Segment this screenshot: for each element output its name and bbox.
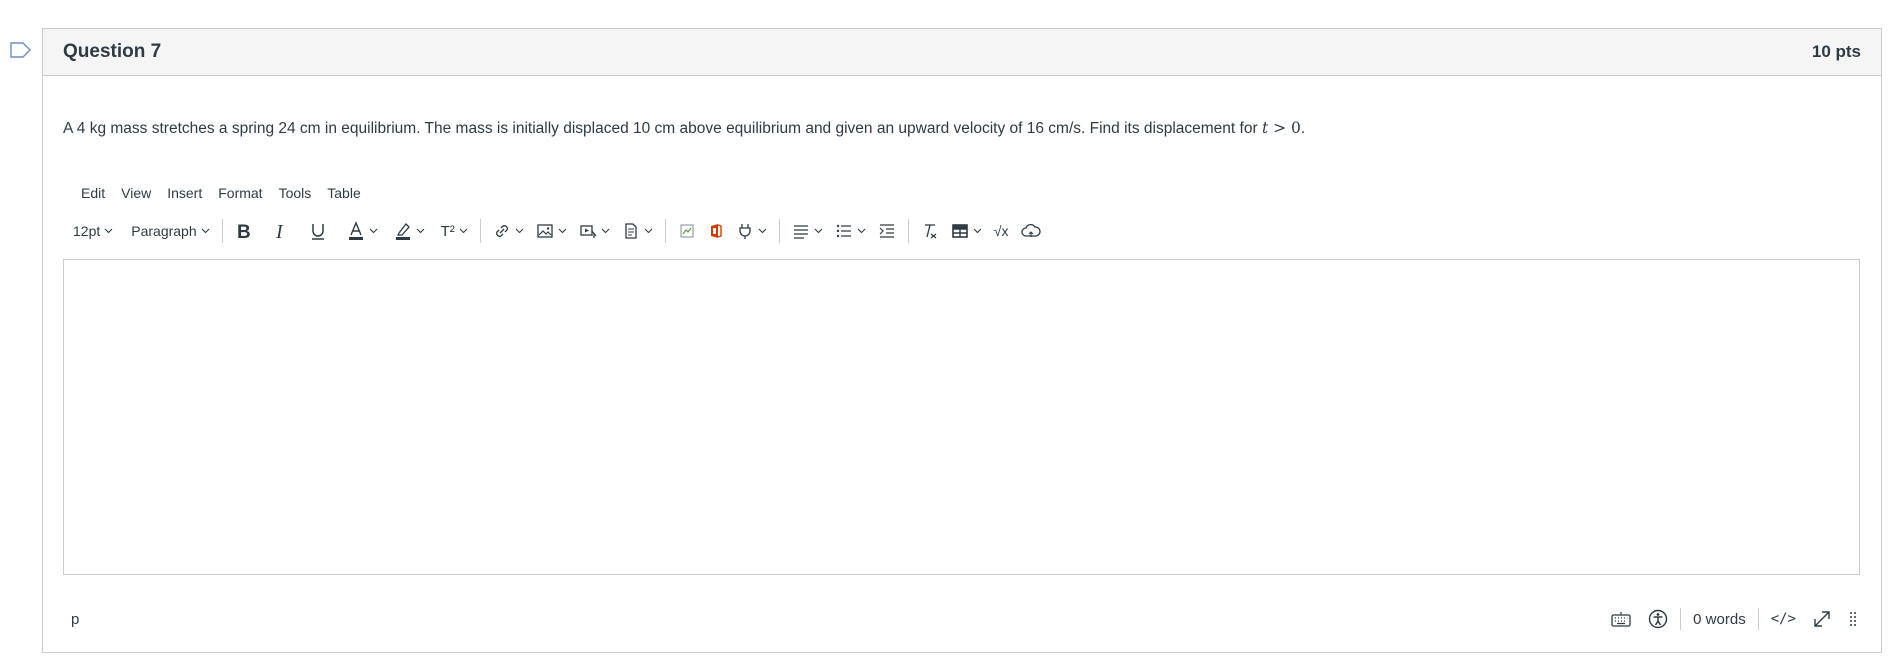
keyboard-shortcuts-button[interactable] — [1602, 610, 1640, 628]
menu-table[interactable]: Table — [319, 179, 368, 207]
office-icon — [710, 224, 722, 238]
clear-formatting-button[interactable] — [915, 216, 945, 246]
italic-icon: I — [275, 221, 284, 241]
resize-handle[interactable] — [1840, 610, 1860, 628]
block-format-dropdown[interactable]: Paragraph — [125, 216, 215, 246]
chevron-down-icon — [644, 228, 653, 234]
underline-button[interactable] — [303, 216, 333, 246]
link-icon — [495, 225, 508, 237]
menu-edit[interactable]: Edit — [73, 179, 113, 207]
toolbar-divider — [221, 219, 223, 243]
question-header: Question 7 10 pts — [43, 29, 1881, 76]
accessibility-checker-button[interactable] — [1640, 609, 1676, 629]
statusbar-actions: 0 words </> — [1602, 608, 1860, 630]
chevron-down-icon — [814, 228, 823, 234]
italic-button[interactable]: I — [267, 216, 295, 246]
question-text: A 4 kg mass stretches a spring 24 cm in … — [63, 119, 1305, 138]
chevron-down-icon — [416, 228, 425, 234]
element-path[interactable]: p — [63, 611, 79, 628]
document-button[interactable] — [616, 216, 659, 246]
indent-icon — [879, 224, 894, 238]
drag-handle-icon — [1850, 612, 1856, 626]
flag-question-icon[interactable] — [10, 42, 32, 58]
apps-image-button[interactable] — [672, 216, 702, 246]
menu-view[interactable]: View — [113, 179, 159, 207]
block-format-value: Paragraph — [131, 223, 197, 239]
math-inequality: > 0 — [1268, 119, 1301, 137]
chevron-down-icon — [201, 228, 210, 234]
bold-button[interactable]: B — [229, 216, 259, 246]
question-text-main: A 4 kg mass stretches a spring 24 cm in … — [63, 120, 1262, 137]
equation-icon: √x — [993, 223, 1009, 239]
expand-icon — [1814, 611, 1830, 627]
editor-toolbar: 12pt Paragraph B I T² √x — [67, 214, 1047, 248]
accessibility-icon — [1648, 609, 1668, 629]
font-size-dropdown[interactable]: 12pt — [67, 216, 119, 246]
highlight-color-button[interactable] — [388, 216, 431, 246]
question-text-end: . — [1300, 120, 1306, 137]
document-icon — [625, 223, 637, 239]
bold-icon: B — [237, 222, 251, 241]
superscript-button[interactable]: T² — [435, 216, 474, 246]
question-title: Question 7 — [63, 41, 162, 62]
indent-button[interactable] — [872, 216, 902, 246]
plugin-button[interactable] — [730, 216, 773, 246]
text-color-icon — [348, 221, 363, 240]
equation-button[interactable]: √x — [988, 216, 1015, 246]
link-button[interactable] — [487, 216, 530, 246]
table-icon — [952, 224, 968, 238]
question-points: 10 pts — [1811, 42, 1861, 61]
font-size-value: 12pt — [73, 223, 101, 239]
align-icon — [793, 225, 808, 239]
word-count[interactable]: 0 words — [1685, 611, 1754, 628]
underline-icon — [311, 224, 324, 240]
superscript-icon: T² — [440, 222, 455, 240]
chevron-down-icon — [758, 228, 767, 234]
chevron-down-icon — [973, 228, 982, 234]
html-editor-toggle[interactable]: </> — [1763, 611, 1804, 627]
fullscreen-button[interactable] — [1804, 609, 1840, 629]
broken-image-icon — [680, 224, 694, 238]
media-button[interactable] — [573, 216, 616, 246]
highlight-icon — [395, 223, 410, 240]
svg-text:I: I — [275, 221, 284, 241]
toolbar-divider — [907, 219, 909, 243]
chevron-down-icon — [601, 228, 610, 234]
bullet-list-icon — [836, 224, 851, 238]
editor-statusbar: p 0 words </> — [63, 604, 1860, 634]
menu-format[interactable]: Format — [210, 179, 270, 207]
keyboard-icon — [1611, 612, 1631, 627]
rich-text-editor-area[interactable] — [63, 259, 1860, 575]
text-color-button[interactable] — [341, 216, 384, 246]
table-button[interactable] — [945, 216, 988, 246]
toolbar-divider — [479, 219, 481, 243]
cloud-icon — [1020, 223, 1041, 237]
statusbar-divider — [1757, 608, 1759, 630]
clear-format-icon — [924, 224, 937, 239]
editor-menubar: Edit View Insert Format Tools Table — [73, 179, 369, 207]
office-button[interactable] — [702, 216, 730, 246]
list-button[interactable] — [829, 216, 872, 246]
align-button[interactable] — [786, 216, 829, 246]
menu-tools[interactable]: Tools — [271, 179, 320, 207]
cloud-upload-button[interactable] — [1015, 216, 1047, 246]
chevron-down-icon — [459, 228, 468, 234]
math-expression: t > 0 — [1262, 119, 1301, 137]
image-button[interactable] — [530, 216, 573, 246]
svg-text:B: B — [237, 222, 251, 241]
chevron-down-icon — [369, 228, 378, 234]
chevron-down-icon — [515, 228, 524, 234]
statusbar-divider — [1680, 608, 1682, 630]
chevron-down-icon — [558, 228, 567, 234]
chevron-down-icon — [104, 228, 113, 234]
toolbar-divider — [664, 219, 666, 243]
question-card: Question 7 10 pts A 4 kg mass stretches … — [42, 28, 1882, 653]
plugin-icon — [739, 224, 751, 239]
menu-insert[interactable]: Insert — [159, 179, 210, 207]
image-icon — [537, 224, 553, 238]
toolbar-divider — [778, 219, 780, 243]
media-icon — [580, 225, 597, 238]
chevron-down-icon — [857, 228, 866, 234]
